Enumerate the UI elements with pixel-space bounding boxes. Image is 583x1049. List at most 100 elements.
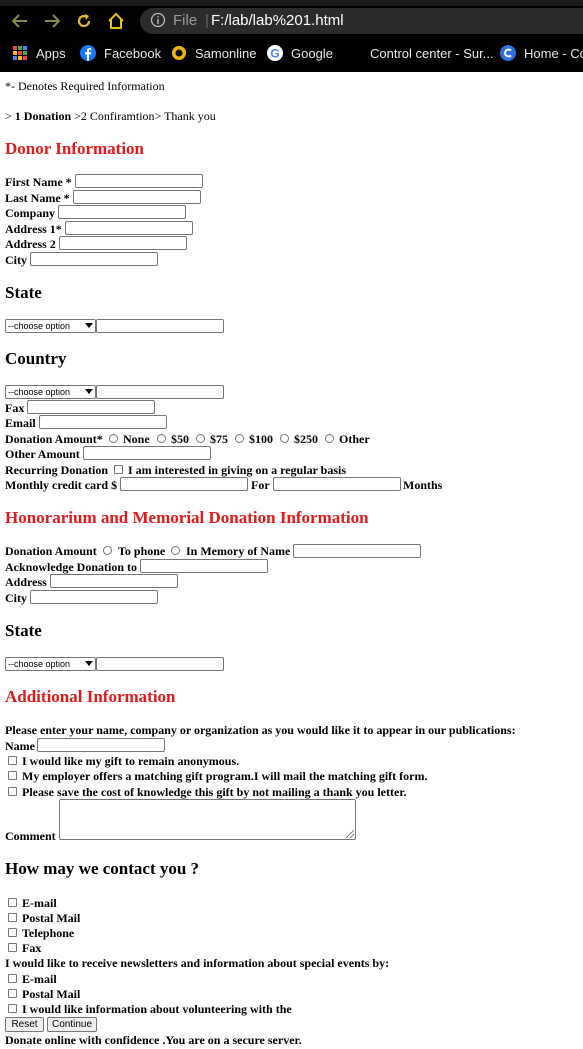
- url-text[interactable]: F:/lab/lab%201.html: [211, 12, 344, 29]
- bookmark-home-co[interactable]: Home - Co: [500, 44, 583, 62]
- contact-fax-checkbox[interactable]: [8, 943, 17, 952]
- amount-none-radio[interactable]: [109, 434, 118, 443]
- steps-rest: >2 Confiramtion> Thank you: [71, 109, 216, 123]
- recurring-checkbox[interactable]: [114, 465, 123, 474]
- reset-button[interactable]: Reset: [5, 1017, 44, 1032]
- amount-option-label: $50: [171, 432, 189, 446]
- honor-state-select-value: --choose option: [8, 659, 71, 669]
- bookmark-samonline[interactable]: Samonline: [171, 44, 256, 62]
- bookmark-label: Apps: [36, 45, 66, 61]
- no-thank-you-checkbox[interactable]: [8, 787, 17, 796]
- memory-name-input[interactable]: [293, 544, 421, 558]
- contact-telephone-label: Telephone: [22, 926, 75, 940]
- address2-input[interactable]: [59, 236, 187, 250]
- forward-arrow-icon[interactable]: [40, 9, 64, 33]
- email-input[interactable]: [39, 415, 167, 429]
- honor-state-input[interactable]: [96, 657, 224, 671]
- publication-prompt: Please enter your name, company or organ…: [5, 723, 516, 737]
- address1-input[interactable]: [65, 221, 193, 235]
- first-name-label: First Name *: [5, 175, 72, 189]
- acknowledge-input[interactable]: [140, 559, 268, 573]
- monthly-amount-input[interactable]: [120, 477, 248, 491]
- bookmark-facebook[interactable]: Facebook: [80, 44, 161, 62]
- amount-50-radio[interactable]: [157, 434, 166, 443]
- chevron-down-icon: [85, 661, 93, 666]
- info-icon[interactable]: [150, 12, 166, 28]
- in-memory-radio[interactable]: [171, 546, 180, 555]
- months-label: Months: [403, 478, 443, 492]
- amount-option-label: Other: [339, 432, 370, 446]
- honor-state-select[interactable]: --choose option: [5, 657, 96, 671]
- chevron-down-icon: [85, 323, 93, 328]
- months-input[interactable]: [273, 477, 401, 491]
- state-select-value: --choose option: [8, 321, 71, 331]
- comment-textarea[interactable]: [59, 799, 356, 840]
- amount-option-label: $100: [249, 432, 273, 446]
- honor-option-label: In Memory of Name: [186, 544, 291, 558]
- comment-label: Comment: [5, 829, 56, 843]
- last-name-input[interactable]: [73, 190, 201, 204]
- fax-input[interactable]: [27, 400, 155, 414]
- newsletter-postal-label: Postal Mail: [22, 987, 81, 1001]
- bookmark-label: Google: [291, 45, 333, 61]
- state-input[interactable]: [96, 319, 224, 333]
- continue-button[interactable]: Continue: [47, 1017, 97, 1032]
- anonymous-checkbox[interactable]: [8, 756, 17, 765]
- honor-address-label: Address: [5, 575, 47, 589]
- monthly-label: Monthly credit card $: [5, 478, 118, 492]
- amount-option-label: None: [123, 432, 150, 446]
- contact-email-checkbox[interactable]: [8, 898, 17, 907]
- newsletter-email-checkbox[interactable]: [8, 974, 17, 983]
- amount-other-radio[interactable]: [325, 434, 334, 443]
- address1-label: Address 1*: [5, 222, 62, 236]
- bookmark-control-center[interactable]: Control center - Sur...: [370, 44, 494, 62]
- other-amount-input[interactable]: [83, 446, 211, 460]
- honor-address-input[interactable]: [50, 574, 178, 588]
- city-input[interactable]: [30, 252, 158, 266]
- address-bar[interactable]: File | F:/lab/lab%201.html: [140, 8, 583, 34]
- publication-name-input[interactable]: [37, 738, 165, 752]
- city-label: City: [5, 253, 27, 267]
- for-label: For: [251, 478, 270, 492]
- last-name-label: Last Name *: [5, 191, 70, 205]
- to-phone-radio[interactable]: [103, 546, 112, 555]
- bookmark-apps[interactable]: Apps: [12, 44, 66, 62]
- country-input[interactable]: [96, 385, 224, 399]
- amount-75-radio[interactable]: [196, 434, 205, 443]
- donation-amount-label: Donation Amount*: [5, 432, 103, 446]
- honor-city-input[interactable]: [30, 590, 158, 604]
- resize-grip-icon[interactable]: [346, 830, 354, 838]
- contact-email-label: E-mail: [22, 896, 57, 910]
- amount-100-radio[interactable]: [235, 434, 244, 443]
- country-select[interactable]: --choose option: [5, 385, 96, 399]
- newsletter-postal-checkbox[interactable]: [8, 989, 17, 998]
- bookmark-google[interactable]: G Google: [267, 44, 333, 62]
- anonymous-label: I would like my gift to remain anonymous…: [22, 754, 240, 768]
- apps-grid-icon: [12, 45, 28, 61]
- country-heading: Country: [5, 349, 67, 368]
- matching-gift-checkbox[interactable]: [8, 771, 17, 780]
- home-co-icon: [500, 45, 516, 61]
- country-select-value: --choose option: [8, 387, 71, 397]
- volunteer-checkbox[interactable]: [8, 1004, 17, 1013]
- contact-heading: How may we contact you ?: [5, 859, 200, 878]
- amount-option-label: $75: [210, 432, 228, 446]
- contact-telephone-checkbox[interactable]: [8, 928, 17, 937]
- donor-heading: Donor Information: [5, 139, 144, 158]
- home-icon[interactable]: [104, 9, 128, 33]
- company-input[interactable]: [58, 205, 186, 219]
- contact-postal-checkbox[interactable]: [8, 913, 17, 922]
- reload-icon[interactable]: [72, 9, 96, 33]
- contact-fax-label: Fax: [22, 941, 42, 955]
- state-select[interactable]: --choose option: [5, 319, 96, 333]
- additional-heading: Additional Information: [5, 687, 176, 706]
- newsletter-prompt: I would like to receive newsletters and …: [5, 956, 390, 970]
- amount-250-radio[interactable]: [280, 434, 289, 443]
- samonline-icon: [171, 45, 187, 61]
- bookmark-label: Samonline: [195, 45, 257, 61]
- first-name-input[interactable]: [75, 174, 203, 188]
- back-arrow-icon[interactable]: [8, 9, 32, 33]
- tab-strip: [0, 0, 583, 6]
- acknowledge-label: Acknowledge Donation to: [5, 560, 138, 574]
- facebook-icon: [80, 45, 96, 61]
